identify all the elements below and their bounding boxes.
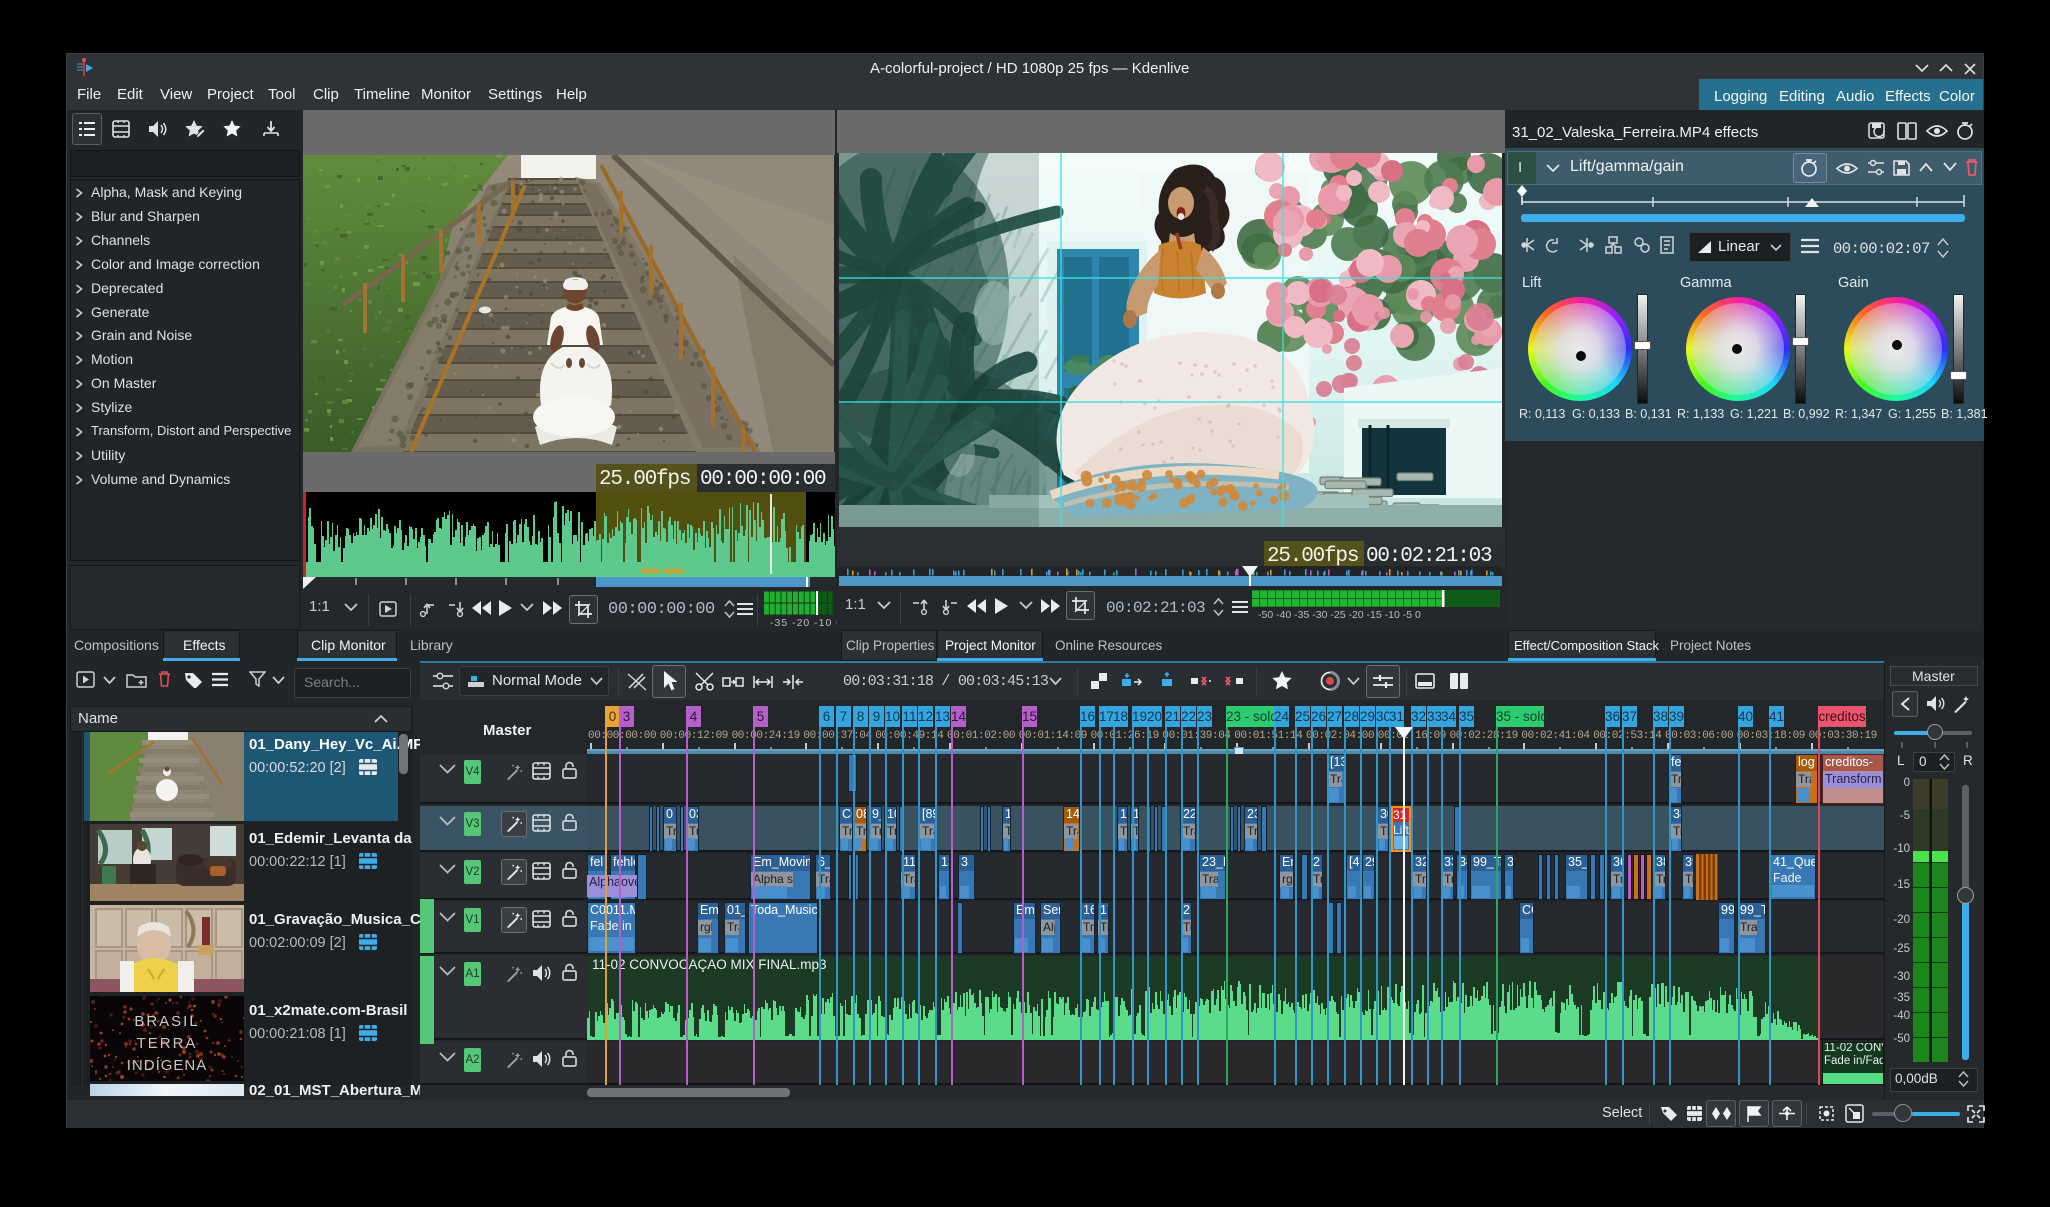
svg-text:TERRA: TERRA [137,1035,198,1052]
svg-text:INDÍGENA: INDÍGENA [127,1057,208,1074]
svg-text:BRASIL: BRASIL [134,1013,199,1030]
